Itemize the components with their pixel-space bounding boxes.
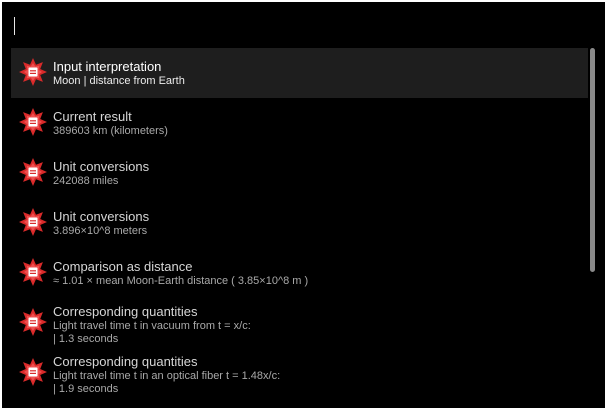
- wolfram-alpha-icon: [19, 258, 47, 286]
- result-title: Unit conversions: [53, 159, 150, 174]
- result-title: Corresponding quantities: [53, 354, 198, 369]
- result-item-corresponding-quantities-fiber[interactable]: Corresponding quantities Light travel ti…: [11, 348, 588, 398]
- result-title: Unit conversions: [53, 209, 150, 224]
- scrollbar-thumb[interactable]: [590, 48, 595, 272]
- result-text: Input interpretation Moon | distance fro…: [53, 60, 582, 88]
- result-item-input-interpretation[interactable]: Input interpretation Moon | distance fro…: [11, 48, 588, 98]
- result-text: Unit conversions 242088 miles: [53, 160, 582, 188]
- result-detail: Moon | distance from Earth: [53, 75, 185, 87]
- result-text: Corresponding quantities Light travel ti…: [53, 355, 582, 396]
- result-item-corresponding-quantities-vacuum[interactable]: Corresponding quantities Light travel ti…: [11, 298, 588, 348]
- wolfram-alpha-icon: [19, 158, 47, 186]
- wolfram-alpha-icon: [19, 108, 47, 136]
- result-text: Current result 389603 km (kilometers): [53, 110, 582, 138]
- result-detail: ≈ 1.01 × mean Moon-Earth distance ( 3.85…: [53, 275, 309, 287]
- search-bar: [2, 2, 605, 46]
- result-detail: 242088 miles: [53, 175, 119, 187]
- result-item-unit-conversions-meters[interactable]: Unit conversions 3.896×10^8 meters: [11, 198, 588, 248]
- result-detail: 3.896×10^8 meters: [53, 225, 148, 237]
- result-text: Corresponding quantities Light travel ti…: [53, 305, 582, 346]
- result-text: Comparison as distance ≈ 1.01 × mean Moo…: [53, 260, 582, 288]
- result-detail-value: | 1.9 seconds: [53, 383, 119, 395]
- result-detail: 389603 km (kilometers): [53, 125, 168, 137]
- results-list: Input interpretation Moon | distance fro…: [11, 48, 588, 408]
- result-item-current-result[interactable]: Current result 389603 km (kilometers): [11, 98, 588, 148]
- wolfram-alpha-icon: [19, 208, 47, 236]
- result-title: Current result: [53, 109, 132, 124]
- result-title: Input interpretation: [53, 59, 162, 74]
- wolfram-alpha-icon: [19, 58, 47, 86]
- search-input[interactable]: [14, 12, 578, 40]
- launcher-window: Input interpretation Moon | distance fro…: [2, 2, 605, 408]
- result-detail: Light travel time t in an optical fiber …: [53, 370, 281, 382]
- result-title: Corresponding quantities: [53, 304, 198, 319]
- result-detail: Light travel time t in vacuum from t = x…: [53, 320, 251, 332]
- wolfram-alpha-icon: [19, 308, 47, 336]
- result-item-comparison-as-distance[interactable]: Comparison as distance ≈ 1.01 × mean Moo…: [11, 248, 588, 298]
- result-text: Unit conversions 3.896×10^8 meters: [53, 210, 582, 238]
- scrollbar[interactable]: [590, 48, 596, 408]
- result-title: Comparison as distance: [53, 259, 193, 274]
- result-item-unit-conversions-miles[interactable]: Unit conversions 242088 miles: [11, 148, 588, 198]
- wolfram-alpha-icon: [19, 358, 47, 386]
- result-detail-value: | 1.3 seconds: [53, 333, 119, 345]
